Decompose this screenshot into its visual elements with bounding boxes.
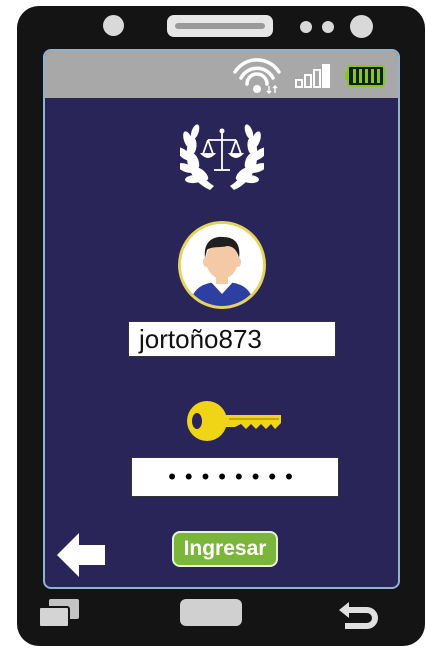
- earpiece-speaker: [167, 15, 273, 37]
- front-camera: [103, 15, 124, 36]
- back-arrow-icon[interactable]: [55, 531, 107, 579]
- sensor-camera: [350, 15, 373, 38]
- battery-icon: [345, 65, 385, 87]
- phone-screen: jortoño873 •••••••• Ingresar: [43, 49, 400, 589]
- key-icon: [187, 401, 281, 441]
- recent-apps-icon[interactable]: [37, 598, 81, 628]
- login-button[interactable]: Ingresar: [172, 531, 278, 567]
- status-bar: [45, 51, 398, 98]
- wifi-icon: [233, 58, 281, 94]
- home-button[interactable]: [180, 599, 242, 626]
- password-field[interactable]: ••••••••: [131, 457, 339, 497]
- signal-bars-icon: [295, 64, 330, 88]
- sensor-dot: [322, 21, 334, 33]
- user-avatar-icon: [178, 221, 266, 309]
- sensor-dot: [300, 21, 312, 33]
- scales-of-justice-laurel-icon: [180, 124, 264, 190]
- username-field[interactable]: jortoño873: [128, 321, 336, 357]
- back-icon[interactable]: [335, 600, 379, 630]
